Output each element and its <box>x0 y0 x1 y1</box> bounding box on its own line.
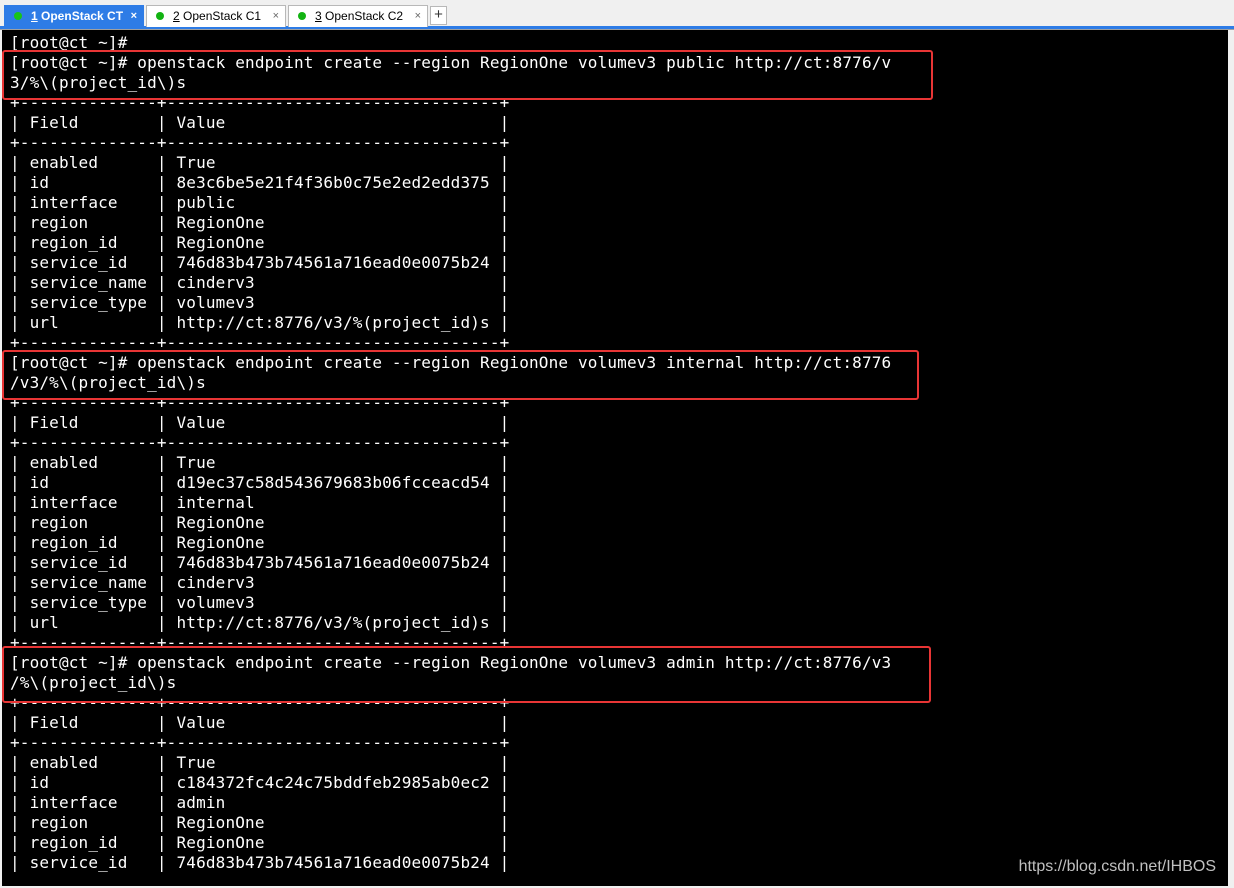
terminal-line: | service_type | volumev3 | <box>10 293 510 312</box>
terminal-line: | region | RegionOne | <box>10 513 510 532</box>
connected-dot-icon <box>298 12 306 20</box>
tab-label: 2 OpenStack C1 <box>173 9 262 23</box>
close-tab-icon[interactable]: × <box>131 6 137 26</box>
terminal-line: +--------------+------------------------… <box>10 433 510 452</box>
terminal-line: | interface | internal | <box>10 493 510 512</box>
terminal-line: | id | d19ec37c58d543679683b06fcceacd54 … <box>10 473 510 492</box>
terminal-line: | interface | public | <box>10 193 510 212</box>
watermark: https://blog.csdn.net/IHBOS <box>1018 858 1216 875</box>
terminal-line: | url | http://ct:8776/v3/%(project_id)s… <box>10 613 510 632</box>
terminal-area[interactable]: [root@ct ~]# [root@ct ~]# openstack endpo… <box>2 30 1228 886</box>
terminal-line: | region_id | RegionOne | <box>10 233 510 252</box>
terminal-line: +--------------+------------------------… <box>10 733 510 752</box>
command-highlight-internal <box>2 350 919 400</box>
terminal-line: | service_type | volumev3 | <box>10 593 510 612</box>
tab-label: 1 OpenStack CT <box>31 9 124 23</box>
tab-openstack-ct[interactable]: 1 OpenStack CT × <box>4 5 144 27</box>
terminal-line: | interface | admin | <box>10 793 510 812</box>
tab-label: 3 OpenStack C2 <box>315 9 404 23</box>
terminal-line: | region_id | RegionOne | <box>10 533 510 552</box>
command-highlight-public <box>2 50 933 100</box>
terminal-output: [root@ct ~]# [root@ct ~]# openstack endpo… <box>10 33 891 873</box>
tab-openstack-c1[interactable]: 2 OpenStack C1 × <box>146 5 286 27</box>
terminal-line: | region | RegionOne | <box>10 213 510 232</box>
terminal-line: | Field | Value | <box>10 413 510 432</box>
window-edge <box>1228 30 1234 888</box>
connected-dot-icon <box>14 12 22 20</box>
terminal-line: | service_id | 746d83b473b74561a716ead0e… <box>10 553 510 572</box>
close-tab-icon[interactable]: × <box>415 6 421 26</box>
terminal-line: | service_id | 746d83b473b74561a716ead0e… <box>10 853 510 872</box>
connected-dot-icon <box>156 12 164 20</box>
terminal-line: | service_name | cinderv3 | <box>10 573 510 592</box>
close-tab-icon[interactable]: × <box>273 6 279 26</box>
add-tab-button[interactable]: + <box>430 6 447 25</box>
command-highlight-admin <box>2 646 931 703</box>
terminal-line: | id | c184372fc4c24c75bddfeb2985ab0ec2 … <box>10 773 510 792</box>
tab-openstack-c2[interactable]: 3 OpenStack C2 × <box>288 5 428 27</box>
terminal-line: | region_id | RegionOne | <box>10 833 510 852</box>
terminal-line: | Field | Value | <box>10 113 510 132</box>
terminal-line: | enabled | True | <box>10 153 510 172</box>
terminal-line: | service_name | cinderv3 | <box>10 273 510 292</box>
terminal-line: | id | 8e3c6be5e21f4f36b0c75e2ed2edd375 … <box>10 173 510 192</box>
terminal-line: | url | http://ct:8776/v3/%(project_id)s… <box>10 313 510 332</box>
terminal-line: +--------------+------------------------… <box>10 133 510 152</box>
terminal-line: | enabled | True | <box>10 453 510 472</box>
terminal-line: | Field | Value | <box>10 713 510 732</box>
terminal-line: | service_id | 746d83b473b74561a716ead0e… <box>10 253 510 272</box>
terminal-line: | region | RegionOne | <box>10 813 510 832</box>
terminal-line: | enabled | True | <box>10 753 510 772</box>
tab-bar: 1 OpenStack CT × 2 OpenStack C1 × 3 Open… <box>0 0 1234 30</box>
